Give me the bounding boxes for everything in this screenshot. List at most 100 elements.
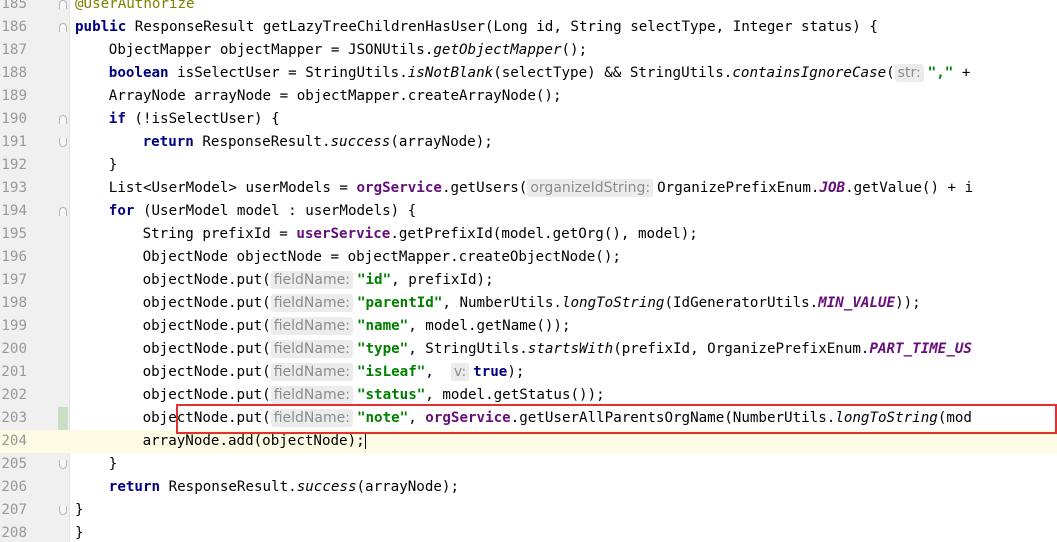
- code-token: List<UserModel> userModels =: [108, 179, 357, 196]
- fold-toggle-icon[interactable]: [59, 505, 67, 515]
- code-token: PART_TIME_US: [869, 340, 972, 357]
- code-text[interactable]: }: [75, 522, 84, 542]
- code-text[interactable]: public ResponseResult getLazyTreeChildre…: [75, 16, 878, 39]
- fold-toggle-icon[interactable]: [59, 206, 67, 216]
- line-number: 206: [1, 478, 27, 495]
- code-text[interactable]: objectNode.put(fieldName: "parentId", Num…: [143, 292, 921, 315]
- code-token: @UserAuthorize: [75, 0, 195, 12]
- code-text[interactable]: return ResponseResult.success(arrayNode)…: [109, 476, 459, 499]
- code-line[interactable]: 186 public ResponseResult getLazyTreeChil…: [0, 16, 1057, 39]
- line-number: 189: [1, 87, 27, 104]
- code-text[interactable]: String prefixId = userService.getPrefixI…: [143, 223, 698, 246]
- code-line[interactable]: 201 objectNode.put(fieldName: "isLeaf", v:…: [0, 361, 1057, 384]
- line-number: 199: [1, 317, 27, 334]
- line-number: 190: [1, 110, 27, 127]
- code-line[interactable]: 198 objectNode.put(fieldName: "parentId", …: [0, 292, 1057, 315]
- code-token: "parentId": [356, 294, 443, 311]
- code-text[interactable]: ArrayNode arrayNode = objectMapper.creat…: [109, 85, 562, 108]
- code-token: ObjectMapper objectMapper = JSONUtils.: [108, 41, 434, 58]
- code-token: (selectType) && StringUtils.: [493, 64, 733, 81]
- code-text[interactable]: if (!isSelectUser) {: [109, 108, 280, 131]
- code-text[interactable]: objectNode.put(fieldName: "status", model…: [143, 384, 605, 407]
- code-token: isSelectUser = StringUtils.: [177, 64, 408, 81]
- code-token: public: [75, 18, 135, 35]
- code-editor[interactable]: 185 @UserAuthorize 186 public ResponseResul…: [0, 0, 1057, 542]
- fold-toggle-icon[interactable]: [59, 22, 67, 32]
- code-line[interactable]: 203 objectNode.put(fieldName: "note", orgS…: [0, 406, 1057, 430]
- code-token: longToString: [561, 294, 665, 311]
- code-token: , model.getStatus());: [425, 386, 605, 403]
- code-text[interactable]: objectNode.put(fieldName: "type", StringU…: [143, 338, 972, 361]
- code-line[interactable]: 188 boolean isSelectUser = StringUtils.is…: [0, 62, 1057, 85]
- code-line[interactable]: 197 objectNode.put(fieldName: "id", prefix…: [0, 269, 1057, 292]
- code-text[interactable]: objectNode.put(fieldName: "id", prefixId)…: [143, 269, 494, 292]
- code-text[interactable]: @UserAuthorize: [75, 0, 195, 16]
- code-line[interactable]: 207}: [0, 499, 1057, 522]
- line-number: 187: [1, 41, 27, 58]
- code-token: "note": [356, 409, 409, 426]
- code-line[interactable]: 199 objectNode.put(fieldName: "name", mode…: [0, 315, 1057, 338]
- code-token: ResponseResult.: [168, 478, 297, 495]
- fold-toggle-icon[interactable]: [59, 0, 67, 9]
- code-token: "status": [356, 386, 426, 403]
- fold-toggle-icon[interactable]: [59, 137, 67, 147]
- line-number: 205: [1, 455, 27, 472]
- code-text[interactable]: objectNode.put(fieldName: "isLeaf", v: tru…: [143, 361, 525, 384]
- code-token: );: [507, 363, 525, 380]
- line-number: 186: [1, 18, 27, 35]
- code-text[interactable]: boolean isSelectUser = StringUtils.isNot…: [109, 62, 970, 85]
- code-text[interactable]: return ResponseResult.success(arrayNode)…: [143, 131, 493, 154]
- line-number: 188: [1, 64, 27, 81]
- code-text[interactable]: ObjectNode objectNode = objectMapper.cre…: [143, 246, 621, 269]
- code-line[interactable]: 193 List<UserModel> userModels = orgServi…: [0, 177, 1057, 200]
- code-line[interactable]: 185 @UserAuthorize: [0, 0, 1057, 16]
- code-line[interactable]: 204 arrayNode.add(objectNode);: [0, 429, 1057, 453]
- code-line[interactable]: 190 if (!isSelectUser) {: [0, 108, 1057, 131]
- code-line[interactable]: 194 for (UserModel model : userModels) {: [0, 200, 1057, 223]
- code-token: objectNode.put(: [142, 386, 271, 403]
- code-line[interactable]: 200 objectNode.put(fieldName: "type", Stri…: [0, 338, 1057, 361]
- code-line[interactable]: 191 return ResponseResult.success(arrayNo…: [0, 131, 1057, 154]
- code-token: }: [75, 501, 84, 518]
- line-number: 202: [1, 386, 27, 403]
- code-token: MIN_VALUE: [818, 294, 896, 311]
- code-text[interactable]: }: [75, 499, 84, 522]
- code-token: startsWith: [527, 340, 614, 357]
- code-token: return: [142, 133, 203, 150]
- code-text[interactable]: for (UserModel model : userModels) {: [109, 200, 417, 223]
- code-line[interactable]: 202 objectNode.put(fieldName: "status", mo…: [0, 384, 1057, 407]
- code-token: JOB: [819, 179, 846, 196]
- code-line[interactable]: 208}: [0, 522, 1057, 542]
- fold-toggle-icon[interactable]: [59, 114, 67, 124]
- code-text[interactable]: List<UserModel> userModels = orgService.…: [109, 177, 973, 200]
- code-token: getObjectMapper: [433, 41, 562, 58]
- parameter-hint: str:: [894, 63, 924, 82]
- code-text[interactable]: objectNode.put(fieldName: "name", model.g…: [143, 315, 571, 338]
- code-token: }: [108, 455, 118, 472]
- code-token: (: [886, 64, 895, 81]
- line-number: 192: [1, 156, 27, 173]
- text-caret: [364, 432, 366, 449]
- line-number: 185: [1, 0, 27, 12]
- code-text[interactable]: ObjectMapper objectMapper = JSONUtils.ge…: [109, 39, 587, 62]
- code-line[interactable]: 192}: [0, 154, 1057, 177]
- code-line[interactable]: 189 ArrayNode arrayNode = objectMapper.cr…: [0, 85, 1057, 108]
- code-text[interactable]: }: [109, 453, 118, 476]
- line-number: 204: [1, 432, 27, 449]
- code-token: ));: [895, 294, 921, 311]
- code-text[interactable]: arrayNode.add(objectNode);: [143, 430, 366, 453]
- code-line[interactable]: 205}: [0, 453, 1057, 476]
- fold-toggle-icon[interactable]: [59, 459, 67, 469]
- code-text[interactable]: }: [109, 154, 118, 177]
- code-token: ResponseResult.: [202, 133, 331, 150]
- code-line[interactable]: 196 ObjectNode objectNode = objectMapper.…: [0, 246, 1057, 269]
- line-number: 198: [1, 294, 27, 311]
- line-number: 208: [1, 524, 27, 541]
- code-line[interactable]: 206 return ResponseResult.success(arrayNo…: [0, 476, 1057, 499]
- change-marker[interactable]: [58, 406, 68, 430]
- code-text[interactable]: objectNode.put(fieldName: "note", orgServ…: [143, 407, 972, 430]
- code-line[interactable]: 195 String prefixId = userService.getPref…: [0, 223, 1057, 246]
- code-token: }: [108, 156, 118, 173]
- code-token: return: [108, 478, 169, 495]
- code-line[interactable]: 187 ObjectMapper objectMapper = JSONUtils…: [0, 39, 1057, 62]
